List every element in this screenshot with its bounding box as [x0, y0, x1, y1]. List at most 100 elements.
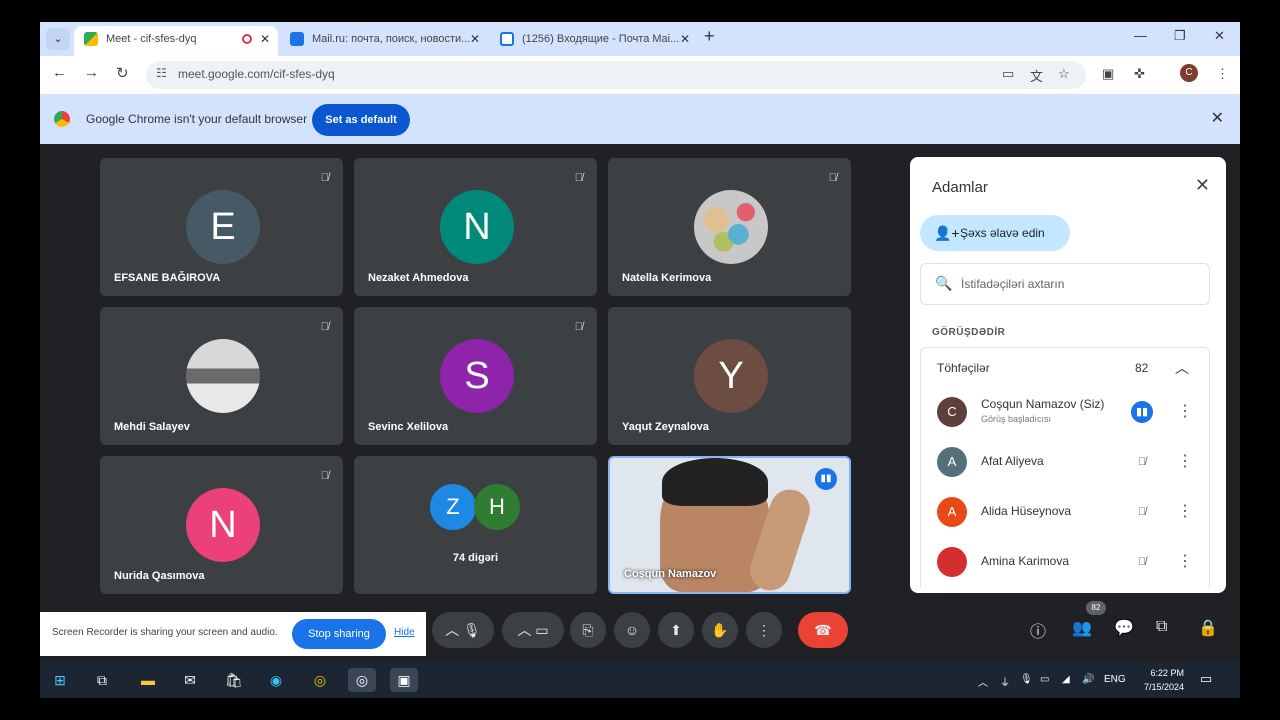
present-icon[interactable]: ⬆	[658, 612, 694, 648]
participant-tile[interactable]: N 🎙̸ Nezaket Ahmedova	[354, 158, 597, 296]
show-hidden-icons-icon[interactable]: ︿	[978, 674, 988, 689]
mic-muted-icon: 🎙̸	[320, 172, 329, 184]
recording-icon	[242, 34, 252, 44]
tab-search-icon[interactable]: ⌄	[46, 28, 70, 50]
participant-tile[interactable]: 🎙̸ Mehdi Salayev	[100, 307, 343, 445]
hide-link[interactable]: Hide	[394, 627, 415, 638]
restore-icon[interactable]: ❐	[1174, 28, 1186, 44]
mic-button[interactable]: ︿ 🎙	[432, 612, 494, 648]
more-options-icon[interactable]: ⋮	[1177, 451, 1193, 471]
address-bar[interactable]: ☷ meet.google.com/cif-sfes-dyq	[146, 61, 1086, 89]
minimize-icon[interactable]: —	[1134, 28, 1147, 43]
captions-icon[interactable]: ⎘	[570, 612, 606, 648]
profile-avatar[interactable]: C	[1180, 64, 1198, 82]
mic-muted-icon: 🎙̸	[320, 470, 329, 482]
close-tab-icon[interactable]: ✕	[470, 26, 480, 52]
meet-favicon-icon	[84, 32, 98, 46]
tab-mail-inbox[interactable]: (1256) Входящие - Почта Mai... ✕	[490, 26, 698, 56]
self-video-tile[interactable]: ▮▮ Coşqun Namazov	[608, 456, 851, 594]
more-options-icon[interactable]: ⋮	[1177, 401, 1193, 421]
bookmark-star-icon[interactable]: ☆	[1058, 66, 1070, 82]
close-infobar-icon[interactable]: ✕	[1211, 108, 1224, 128]
language-indicator[interactable]: ENG	[1104, 674, 1126, 685]
more-options-icon[interactable]: ⋮	[1177, 551, 1193, 571]
avatar: A	[937, 497, 967, 527]
camera-in-use-icon[interactable]: ▭	[1002, 66, 1014, 82]
person-role: Görüş başladıcısı	[981, 414, 1052, 424]
avatar-photo	[694, 190, 768, 264]
set-default-button[interactable]: Set as default	[312, 104, 410, 136]
stop-sharing-button[interactable]: Stop sharing	[292, 619, 386, 649]
tab-meet[interactable]: Meet - cif-sfes-dyq ✕	[74, 26, 278, 56]
edge-icon[interactable]: ◉	[262, 668, 290, 692]
person-name: Coşqun Namazov (Siz)	[981, 397, 1105, 411]
translate-icon[interactable]: 文	[1030, 66, 1043, 85]
contributors-group[interactable]: Töhfəçilər 82 ︿	[920, 347, 1210, 387]
participant-tile[interactable]: S 🎙̸ Sevinc Xelilova	[354, 307, 597, 445]
others-count: 74 digəri	[452, 552, 499, 564]
participant-tile[interactable]: 🎙̸ Natella Kerimova	[608, 158, 851, 296]
leave-call-button[interactable]: ☎	[798, 612, 848, 648]
clock[interactable]: 6:22 PM 7/15/2024	[1136, 666, 1184, 694]
store-icon[interactable]: 🛍	[220, 668, 248, 692]
tab-title: Mail.ru: почта, поиск, новости...	[312, 33, 471, 45]
new-tab-icon[interactable]: +	[704, 26, 715, 47]
screen-share-bar: Screen Recorder is sharing your screen a…	[40, 612, 426, 656]
extensions-icon[interactable]: ✜	[1134, 66, 1145, 82]
close-tab-icon[interactable]: ✕	[260, 26, 270, 52]
chevron-up-icon[interactable]: ︿	[1175, 358, 1189, 378]
chat-icon[interactable]: 💬	[1114, 618, 1134, 638]
others-tile[interactable]: Z H 74 digəri	[354, 456, 597, 594]
person-row[interactable]: Amina Karimova 🎙̸ ⋮	[920, 537, 1210, 587]
avatar: N	[440, 190, 514, 264]
site-info-icon[interactable]: ☷	[156, 66, 167, 80]
activities-icon[interactable]: ⧉	[1156, 618, 1167, 636]
more-options-icon[interactable]: ⋮	[746, 612, 782, 648]
emoji-icon[interactable]: ☺	[614, 612, 650, 648]
close-panel-icon[interactable]: ✕	[1195, 175, 1210, 196]
battery-icon[interactable]: ▭	[1040, 674, 1049, 685]
search-people-input[interactable]: 🔍 İstifadəçiləri axtarın	[920, 263, 1210, 305]
participant-tile[interactable]: Y Yaqut Zeynalova	[608, 307, 851, 445]
camera-button[interactable]: ︿ ▭	[502, 612, 564, 648]
notifications-icon[interactable]: ▭	[1200, 671, 1212, 687]
avatar: S	[440, 339, 514, 413]
start-icon[interactable]: ⊞	[46, 668, 74, 692]
participant-tile[interactable]: E 🎙̸ EFSANE BAĞIROVA	[100, 158, 343, 296]
date: 7/15/2024	[1143, 682, 1184, 692]
usb-icon: ⏚	[1000, 678, 1010, 689]
reload-icon[interactable]: ↻	[116, 64, 129, 82]
section-header: GÖRÜŞDƏDİR	[932, 327, 1006, 338]
close-window-icon[interactable]: ✕	[1214, 28, 1225, 44]
person-row[interactable]: A Afat Aliyeva 🎙̸ ⋮	[920, 437, 1210, 487]
file-explorer-icon[interactable]: ▬	[134, 668, 162, 692]
meeting-info-icon[interactable]: ⓘ	[1030, 618, 1046, 642]
people-icon[interactable]: 👥	[1072, 618, 1092, 638]
chrome-icon[interactable]: ◎	[306, 668, 334, 692]
wifi-icon[interactable]: ◢	[1062, 674, 1070, 685]
raise-hand-icon[interactable]: ✋	[702, 612, 738, 648]
host-controls-icon[interactable]: 🔒	[1198, 618, 1218, 638]
infobar-message: Google Chrome isn't your default browser	[86, 112, 308, 126]
more-options-icon[interactable]: ⋮	[1177, 501, 1193, 521]
media-icon[interactable]: ▣	[1102, 66, 1114, 82]
mail-icon[interactable]: ✉	[176, 668, 204, 692]
close-tab-icon[interactable]: ✕	[680, 26, 690, 52]
avatar: Z	[430, 484, 476, 530]
tab-mailru[interactable]: Mail.ru: почта, поиск, новости... ✕	[280, 26, 488, 56]
url-text: meet.google.com/cif-sfes-dyq	[178, 67, 335, 81]
forward-icon[interactable]: →	[84, 64, 99, 81]
participant-tile[interactable]: N 🎙̸ Nurida Qasımova	[100, 456, 343, 594]
mailru-favicon-icon	[290, 32, 304, 46]
speaking-indicator-icon: ▮▮	[1131, 401, 1153, 423]
person-row[interactable]: A Alida Hüseynova 🎙̸ ⋮	[920, 487, 1210, 537]
task-view-icon[interactable]: ⧉	[88, 668, 116, 692]
volume-icon[interactable]: 🔊	[1082, 674, 1094, 685]
menu-icon[interactable]: ⋮	[1216, 66, 1229, 82]
screen-recorder-icon[interactable]: ▣	[390, 668, 418, 692]
person-row[interactable]: C Coşqun Namazov (Siz) Görüş başladıcısı…	[920, 387, 1210, 437]
search-placeholder: İstifadəçiləri axtarın	[961, 277, 1065, 291]
add-people-button[interactable]: 👤+ Şəxs əlavə edin	[920, 215, 1070, 251]
back-icon[interactable]: ←	[52, 64, 67, 81]
chrome-profile-icon[interactable]: ◎	[348, 668, 376, 692]
